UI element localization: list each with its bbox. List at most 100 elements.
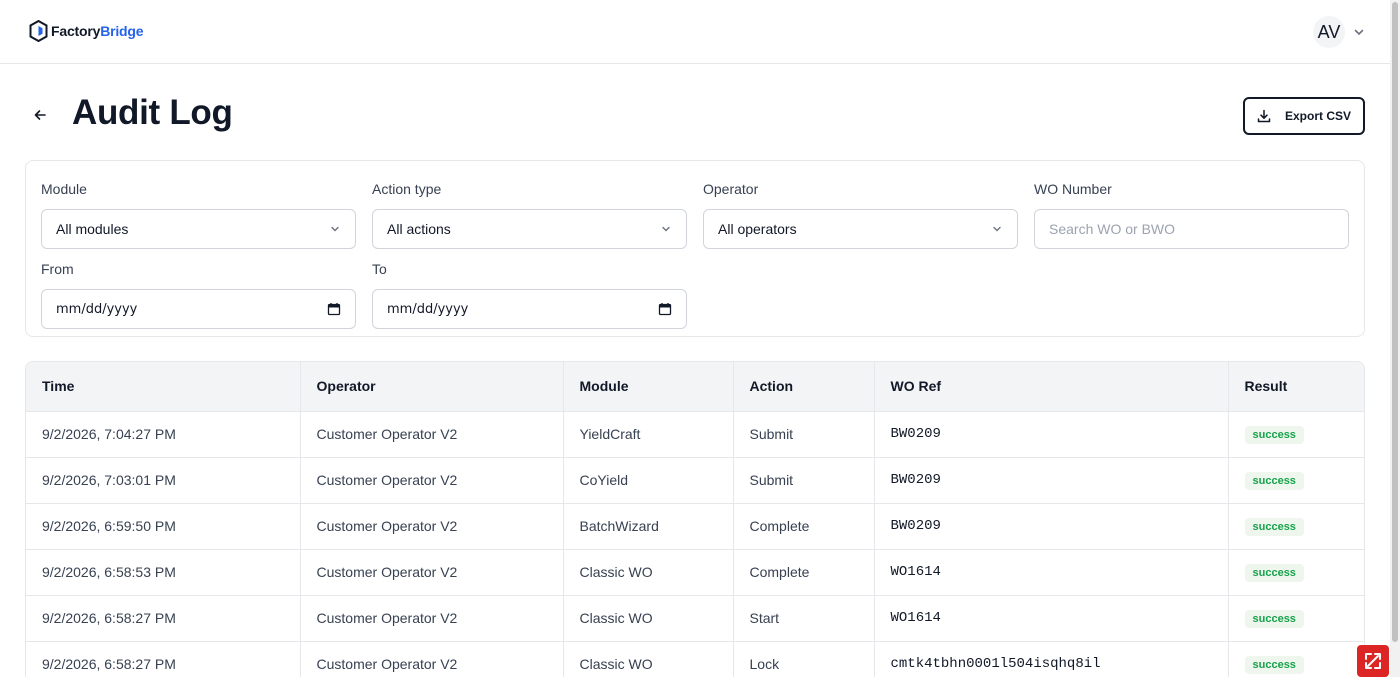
status-badge: success [1244, 471, 1304, 490]
action-cell: Submit [733, 411, 875, 458]
module-select-value: All modules [56, 221, 129, 237]
brand-prefix: Factory [51, 23, 101, 39]
table-row[interactable]: 9/2/2026, 6:58:27 PM Customer Operator V… [26, 641, 1364, 677]
from-date-value: mm/dd/yyyy [56, 301, 138, 317]
calendar-icon[interactable] [327, 302, 341, 316]
from-date-filter: From mm/dd/yyyy [41, 259, 356, 329]
action-cell: Start [733, 595, 875, 642]
from-date-label: From [41, 261, 74, 277]
action-type-filter: Action type All actions [372, 179, 687, 249]
to-date-input[interactable]: mm/dd/yyyy [372, 289, 687, 329]
factorybridge-logo[interactable]: FactoryBridge [29, 20, 144, 42]
wo-number-search-input[interactable]: Search WO or BWO [1034, 209, 1349, 249]
brand-suffix: Bridge [100, 23, 144, 39]
column-header-operator[interactable]: Operator [300, 362, 564, 412]
action-cell: Complete [733, 503, 875, 550]
wo-ref-cell: BW0209 [874, 411, 1229, 458]
filters-panel: Module All modules Action type All actio… [25, 160, 1365, 337]
chevron-down-icon [662, 226, 670, 232]
module-cell: Classic WO [563, 549, 734, 596]
time-cell: 9/2/2026, 6:59:50 PM [26, 503, 301, 550]
header-row: Time Operator Module Action WO Ref Resul… [26, 362, 1364, 412]
table-row[interactable]: 9/2/2026, 6:58:53 PM Customer Operator V… [26, 549, 1364, 596]
wo-ref-cell: BW0209 [874, 503, 1229, 550]
table-row[interactable]: 9/2/2026, 7:04:27 PM Customer Operator V… [26, 411, 1364, 458]
wo-number-filter-label: WO Number [1034, 181, 1112, 197]
operator-select[interactable]: All operators [703, 209, 1018, 249]
operator-cell: Customer Operator V2 [300, 641, 564, 677]
module-cell: BatchWizard [563, 503, 734, 550]
chevron-down-icon [993, 226, 1001, 232]
scrollbar-thumb[interactable] [1392, 2, 1398, 642]
operator-filter: Operator All operators [703, 179, 1018, 249]
column-header-action[interactable]: Action [733, 362, 875, 412]
operator-cell: Customer Operator V2 [300, 457, 564, 504]
calendar-icon[interactable] [658, 302, 672, 316]
wo-number-placeholder: Search WO or BWO [1049, 221, 1176, 237]
module-cell: YieldCraft [563, 411, 734, 458]
status-badge: success [1244, 609, 1304, 628]
result-cell: success [1228, 641, 1364, 677]
corner-widget-button[interactable] [1357, 645, 1389, 677]
operator-select-value: All operators [718, 221, 797, 237]
column-header-time[interactable]: Time [26, 362, 301, 412]
module-cell: CoYield [563, 457, 734, 504]
operator-filter-label: Operator [703, 181, 759, 197]
to-date-label: To [372, 261, 387, 277]
column-header-wo-ref[interactable]: WO Ref [874, 362, 1229, 412]
audit-log-table: Time Operator Module Action WO Ref Resul… [26, 362, 1364, 677]
expand-icon [1365, 653, 1381, 669]
table-header: Time Operator Module Action WO Ref Resul… [26, 362, 1364, 412]
result-cell: success [1228, 595, 1364, 642]
table-body: 9/2/2026, 7:04:27 PM Customer Operator V… [26, 411, 1364, 677]
from-date-input[interactable]: mm/dd/yyyy [41, 289, 356, 329]
result-cell: success [1228, 457, 1364, 504]
module-select[interactable]: All modules [41, 209, 356, 249]
operator-cell: Customer Operator V2 [300, 549, 564, 596]
export-csv-label: Export CSV [1285, 109, 1352, 123]
to-date-filter: To mm/dd/yyyy [372, 259, 687, 329]
time-cell: 9/2/2026, 7:04:27 PM [26, 411, 301, 458]
table-row[interactable]: 9/2/2026, 6:59:50 PM Customer Operator V… [26, 503, 1364, 550]
page-scrollbar[interactable] [1390, 0, 1400, 677]
table-row[interactable]: 9/2/2026, 7:03:01 PM Customer Operator V… [26, 457, 1364, 504]
column-header-result[interactable]: Result [1228, 362, 1364, 412]
brand-name: FactoryBridge [51, 23, 144, 39]
user-menu-button[interactable]: AV [1313, 16, 1365, 48]
hexagon-logo-icon [29, 20, 48, 42]
column-header-module[interactable]: Module [563, 362, 734, 412]
status-badge: success [1244, 655, 1304, 674]
arrow-left-icon [34, 110, 46, 120]
module-cell: Classic WO [563, 595, 734, 642]
action-cell: Complete [733, 549, 875, 596]
time-cell: 9/2/2026, 6:58:27 PM [26, 641, 301, 677]
export-csv-button[interactable]: Export CSV [1243, 97, 1365, 135]
audit-log-table-container: Time Operator Module Action WO Ref Resul… [25, 361, 1365, 677]
table-row[interactable]: 9/2/2026, 6:58:27 PM Customer Operator V… [26, 595, 1364, 642]
wo-ref-cell: WO1614 [874, 549, 1229, 596]
page-title: Audit Log [72, 93, 233, 132]
chevron-down-icon [331, 226, 339, 232]
result-cell: success [1228, 503, 1364, 550]
status-badge: success [1244, 517, 1304, 536]
operator-cell: Customer Operator V2 [300, 595, 564, 642]
operator-cell: Customer Operator V2 [300, 411, 564, 458]
back-button[interactable] [28, 103, 52, 127]
to-date-value: mm/dd/yyyy [387, 301, 469, 317]
action-cell: Submit [733, 457, 875, 504]
operator-cell: Customer Operator V2 [300, 503, 564, 550]
wo-ref-cell: cmtk4tbhn0001l504isqhq8il [874, 641, 1229, 677]
action-type-filter-label: Action type [372, 181, 442, 197]
status-badge: success [1244, 425, 1304, 444]
action-type-select[interactable]: All actions [372, 209, 687, 249]
chevron-down-icon [1354, 29, 1364, 36]
action-cell: Lock [733, 641, 875, 677]
action-type-select-value: All actions [387, 221, 451, 237]
module-filter-label: Module [41, 181, 87, 197]
module-filter: Module All modules [41, 179, 356, 249]
time-cell: 9/2/2026, 6:58:53 PM [26, 549, 301, 596]
wo-number-filter: WO Number Search WO or BWO [1034, 179, 1349, 249]
user-avatar[interactable]: AV [1313, 16, 1345, 48]
module-cell: Classic WO [563, 641, 734, 677]
wo-ref-cell: WO1614 [874, 595, 1229, 642]
